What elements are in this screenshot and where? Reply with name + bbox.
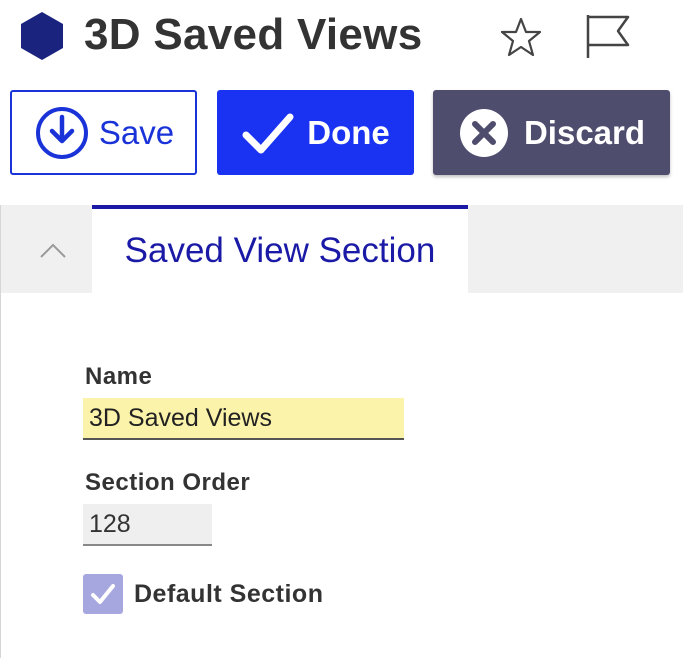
chevron-up-icon[interactable] [33, 235, 73, 265]
save-button[interactable]: Save [10, 90, 197, 175]
save-label: Save [98, 113, 175, 151]
section-order-field[interactable] [83, 504, 212, 546]
tab-label: Saved View Section [124, 231, 436, 270]
title-bar: 3D Saved Views [0, 0, 683, 72]
name-label: Name [85, 363, 153, 390]
discard-label: Discard [523, 113, 646, 151]
flag-icon[interactable] [582, 12, 632, 60]
page-title: 3D Saved Views [84, 10, 423, 59]
section-body: Name Section Order Default Section [1, 293, 683, 658]
page: 3D Saved Views Save Done Discard Saved V… [0, 0, 683, 658]
close-circle-icon [458, 107, 510, 159]
tab-saved-view-section[interactable]: Saved View Section [92, 205, 468, 293]
section-order-label: Section Order [85, 469, 251, 496]
name-field[interactable] [83, 398, 404, 440]
done-button[interactable]: Done [217, 90, 414, 175]
default-section-label: Default Section [134, 580, 324, 608]
hexagon-icon [16, 10, 68, 62]
checkmark-icon [241, 109, 295, 157]
section-panel: Saved View Section Name Section Order De… [0, 205, 683, 658]
done-label: Done [307, 113, 390, 151]
checkmark-icon [91, 584, 115, 604]
default-section-checkbox[interactable] [83, 574, 123, 614]
discard-button[interactable]: Discard [433, 90, 670, 175]
star-icon[interactable] [500, 16, 542, 58]
download-circle-icon [33, 104, 91, 162]
section-header: Saved View Section [1, 205, 683, 293]
